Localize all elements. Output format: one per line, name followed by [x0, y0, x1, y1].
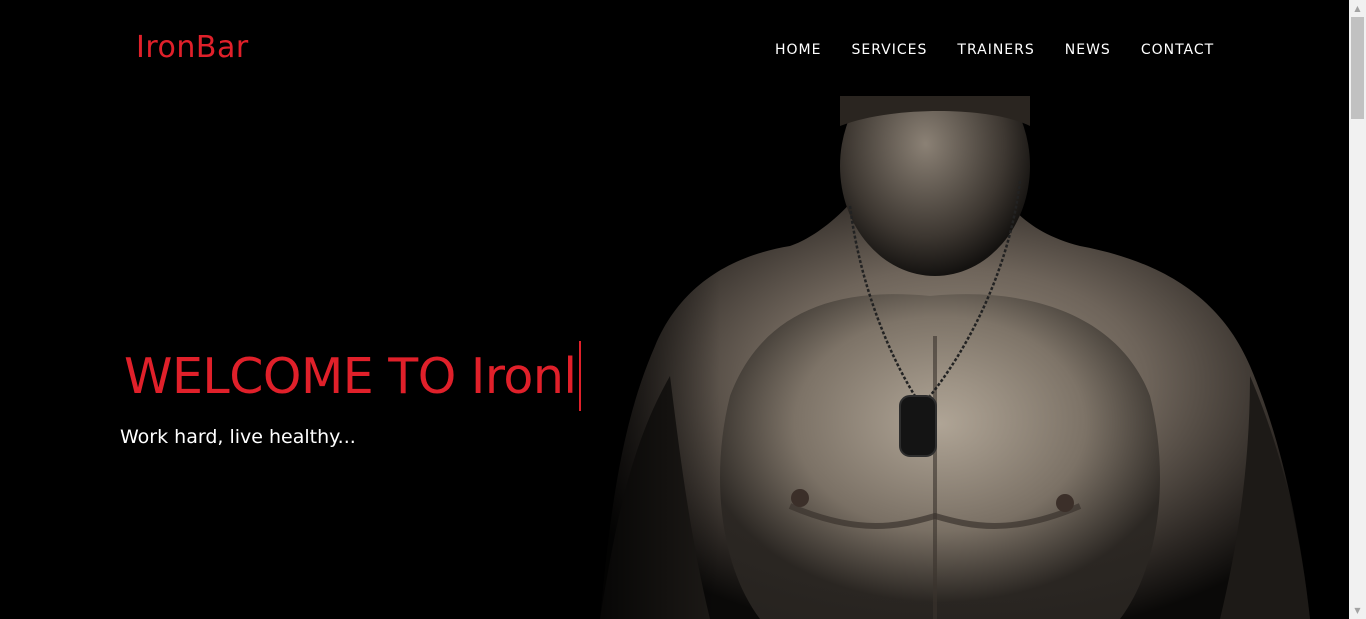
scroll-down-arrow-icon[interactable]: ▼ — [1349, 602, 1366, 619]
hero-title: WELCOME TO Ironl — [124, 340, 581, 415]
nav-trainers[interactable]: TRAINERS — [942, 38, 1049, 62]
nav-news[interactable]: NEWS — [1050, 38, 1126, 62]
vertical-scrollbar[interactable]: ▲ ▼ — [1349, 0, 1366, 619]
scroll-up-arrow-icon[interactable]: ▲ — [1349, 0, 1366, 17]
hero-subtitle: Work hard, live healthy... — [120, 426, 356, 448]
page: IronBar HOME SERVICES TRAINERS NEWS CONT… — [0, 0, 1349, 619]
scrollbar-thumb[interactable] — [1351, 17, 1364, 119]
brand-logo[interactable]: IronBar — [136, 28, 249, 68]
hero-athlete-image — [560, 96, 1349, 619]
typing-caret — [578, 340, 581, 411]
nav-services[interactable]: SERVICES — [836, 38, 942, 62]
main-nav: HOME SERVICES TRAINERS NEWS CONTACT — [760, 38, 1229, 62]
hero-title-text: WELCOME TO Ironl — [124, 348, 577, 405]
nav-home[interactable]: HOME — [760, 38, 836, 62]
nav-contact[interactable]: CONTACT — [1126, 38, 1229, 62]
